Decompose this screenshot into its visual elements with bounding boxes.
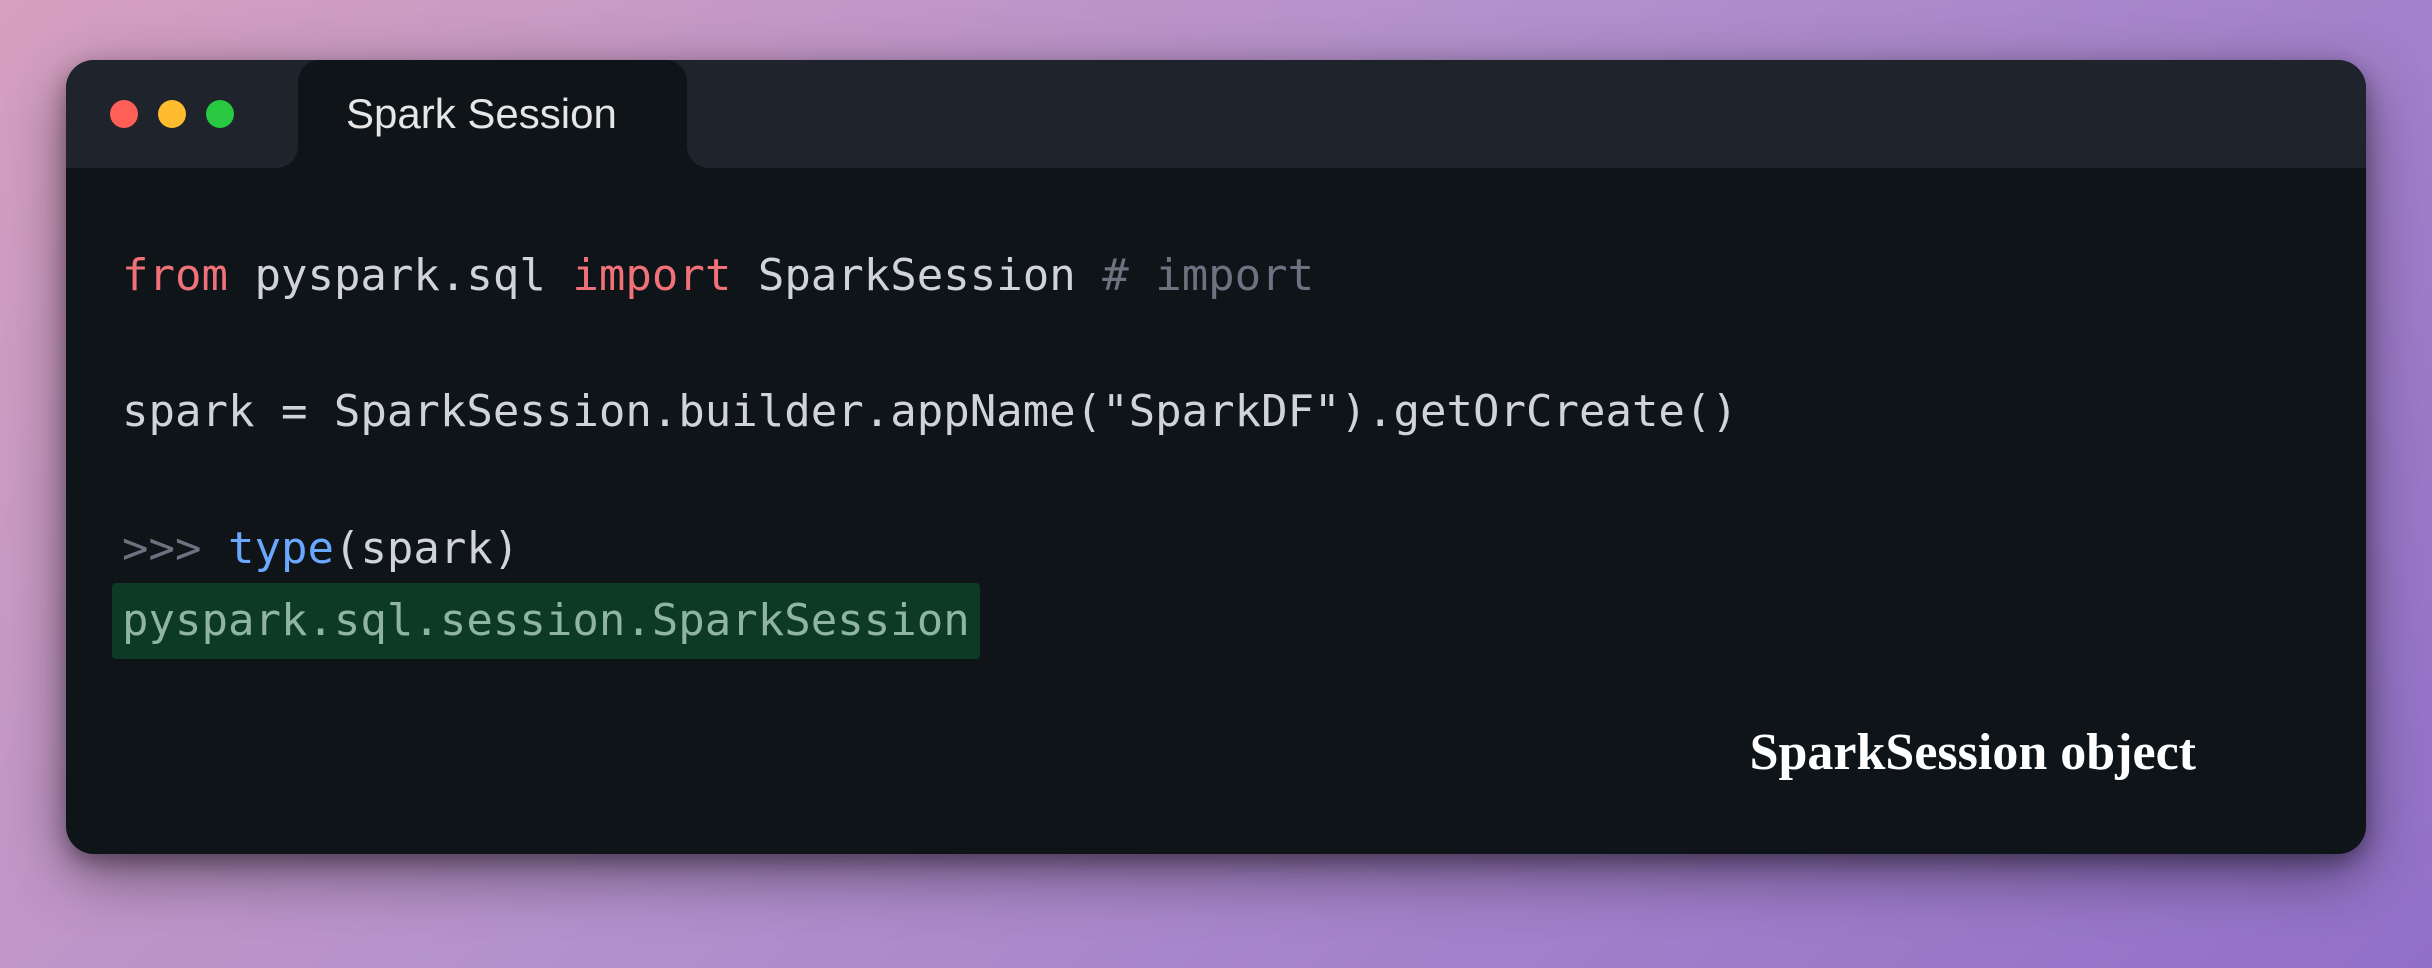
code-area: from pyspark.sql import SparkSession # i…: [66, 168, 2366, 854]
code-assignment: spark = SparkSession.builder.appName("Sp…: [122, 386, 1738, 437]
traffic-lights: [110, 100, 234, 128]
call-args: (spark): [334, 523, 519, 574]
terminal-window: Spark Session from pyspark.sql import Sp…: [66, 60, 2366, 854]
window-titlebar: Spark Session: [66, 60, 2366, 168]
tab-title: Spark Session: [346, 90, 617, 138]
repl-prompt: >>>: [122, 523, 201, 574]
keyword-from: from: [122, 250, 228, 301]
tab-spark-session[interactable]: Spark Session: [298, 60, 687, 168]
comment: # import: [1102, 250, 1314, 301]
import-target: SparkSession: [758, 250, 1076, 301]
close-icon[interactable]: [110, 100, 138, 128]
repl-output: pyspark.sql.session.SparkSession: [112, 583, 980, 659]
keyword-import: import: [572, 250, 731, 301]
annotation-label: SparkSession object: [1750, 713, 2196, 794]
builtin-type: type: [228, 523, 334, 574]
module-name: pyspark.sql: [254, 250, 545, 301]
minimize-icon[interactable]: [158, 100, 186, 128]
maximize-icon[interactable]: [206, 100, 234, 128]
